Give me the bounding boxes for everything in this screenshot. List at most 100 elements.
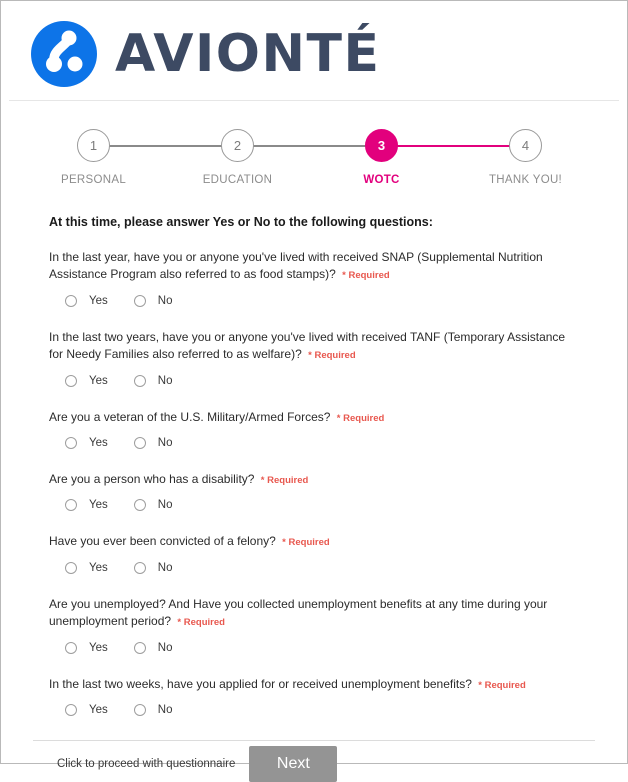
radio-label-yes: Yes (89, 499, 108, 512)
radio-option-yes[interactable]: Yes (65, 641, 108, 654)
question-text: In the last two years, have you or anyon… (49, 329, 579, 364)
radio-label-yes: Yes (89, 561, 108, 574)
brand-wordmark: AVIONTÉ (115, 23, 381, 84)
stepper-segment-3 (382, 145, 526, 147)
radio-label-no: No (157, 374, 173, 387)
radio-option-yes[interactable]: Yes (65, 374, 108, 387)
radio-label-no: No (157, 641, 173, 654)
stepper-circle-2: 2 (221, 129, 254, 162)
radio-option-no[interactable]: No (133, 294, 173, 307)
answer-options: Yes No (49, 294, 579, 307)
question-text: Have you ever been convicted of a felony… (49, 533, 579, 550)
stepper-label-2: EDUCATION (202, 174, 273, 186)
question-label: In the last year, have you or anyone you… (49, 250, 543, 282)
radio-option-yes[interactable]: Yes (65, 703, 108, 716)
radio-option-yes[interactable]: Yes (65, 499, 108, 512)
radio-button-yes[interactable] (65, 436, 77, 449)
radio-option-no[interactable]: No (133, 436, 173, 449)
question-text: In the last year, have you or anyone you… (49, 249, 579, 284)
question-text: Are you a person who has a disability? *… (49, 471, 579, 488)
radio-option-no[interactable]: No (133, 374, 173, 387)
answer-options: Yes No (49, 499, 579, 512)
radio-label-no: No (157, 436, 173, 449)
stepper-step-thank-you[interactable]: 4 THANK YOU! (489, 129, 562, 186)
stepper-segment-1 (94, 145, 238, 147)
question-block: Are you a person who has a disability? *… (49, 471, 579, 512)
stepper-step-wotc[interactable]: 3 WOTC (363, 129, 399, 186)
question-block: Have you ever been convicted of a felony… (49, 533, 579, 574)
question-block: Are you unemployed? And Have you collect… (49, 596, 579, 654)
question-block: In the last two weeks, have you applied … (49, 676, 579, 716)
radio-label-yes: Yes (89, 641, 108, 654)
question-label: Are you unemployed? And Have you collect… (49, 596, 548, 629)
radio-button-yes[interactable] (65, 374, 77, 387)
answer-options: Yes No (49, 641, 579, 654)
required-marker: * Required (282, 537, 330, 549)
radio-option-yes[interactable]: Yes (65, 561, 108, 574)
site-header: AVIONTÉ (9, 9, 619, 101)
radio-button-yes[interactable] (65, 641, 77, 654)
radio-option-no[interactable]: No (133, 703, 173, 716)
stepper-circle-3: 3 (365, 129, 398, 162)
progress-stepper: 1 PERSONAL 2 EDUCATION 3 WOTC 4 THANK YO… (47, 129, 581, 193)
radio-button-yes[interactable] (65, 499, 77, 512)
radio-label-no: No (157, 294, 173, 307)
radio-button-no[interactable] (133, 436, 146, 449)
radio-option-yes[interactable]: Yes (65, 436, 108, 449)
radio-button-yes[interactable] (65, 294, 77, 307)
radio-button-yes[interactable] (65, 561, 77, 574)
stepper-circle-4: 4 (509, 129, 542, 162)
radio-button-no[interactable] (133, 561, 146, 574)
question-block: In the last two years, have you or anyon… (49, 329, 579, 387)
radio-label-yes: Yes (89, 436, 108, 449)
radio-option-no[interactable]: No (133, 499, 173, 512)
radio-option-no[interactable]: No (133, 641, 173, 654)
answer-options: Yes No (49, 436, 579, 449)
stepper-label-4: THANK YOU! (488, 174, 563, 186)
radio-button-yes[interactable] (65, 703, 77, 716)
radio-option-no[interactable]: No (133, 561, 173, 574)
stepper-step-personal[interactable]: 1 PERSONAL (61, 129, 126, 186)
question-block: In the last year, have you or anyone you… (49, 249, 579, 307)
required-marker: * Required (260, 474, 309, 486)
radio-option-yes[interactable]: Yes (65, 294, 108, 307)
stepper-circle-1: 1 (77, 129, 110, 162)
required-marker: * Required (478, 679, 526, 691)
question-label: In the last two weeks, have you applied … (49, 676, 472, 691)
required-marker: * Required (342, 270, 390, 282)
question-label: Have you ever been convicted of a felony… (49, 534, 276, 549)
question-text: Are you unemployed? And Have you collect… (49, 596, 579, 631)
radio-label-no: No (157, 561, 173, 574)
radio-button-no[interactable] (133, 641, 146, 654)
wotc-questionnaire-form: At this time, please answer Yes or No to… (9, 193, 619, 782)
page-inner: AVIONTÉ 1 PERSONAL 2 EDUCATION 3 WOTC 4 … (9, 9, 619, 782)
question-label: Are you a person who has a disability? (49, 471, 255, 486)
stepper-label-3: WOTC (363, 174, 400, 186)
form-intro-heading: At this time, please answer Yes or No to… (49, 215, 433, 229)
question-text: Are you a veteran of the U.S. Military/A… (49, 409, 579, 426)
radio-label-no: No (157, 703, 173, 716)
stepper-step-education[interactable]: 2 EDUCATION (203, 129, 272, 186)
radio-button-no[interactable] (133, 374, 146, 387)
questions-container: In the last year, have you or anyone you… (49, 249, 579, 716)
radio-label-no: No (157, 499, 173, 512)
radio-button-no[interactable] (133, 499, 146, 512)
required-marker: * Required (177, 617, 225, 629)
radio-button-no[interactable] (133, 703, 146, 716)
radio-label-yes: Yes (89, 374, 108, 387)
radio-button-no[interactable] (133, 294, 146, 307)
stepper-label-1: PERSONAL (60, 174, 127, 186)
stepper-segment-2 (238, 145, 382, 147)
required-marker: * Required (308, 350, 356, 362)
answer-options: Yes No (49, 703, 579, 716)
question-block: Are you a veteran of the U.S. Military/A… (49, 409, 579, 449)
required-marker: * Required (336, 412, 385, 424)
question-text: In the last two weeks, have you applied … (49, 676, 579, 693)
avionte-molecule-logo-icon (29, 19, 99, 89)
question-label: Are you a veteran of the U.S. Military/A… (49, 409, 331, 424)
form-footer: Click to proceed with questionnaire Next (49, 738, 579, 782)
answer-options: Yes No (49, 374, 579, 387)
answer-options: Yes No (49, 561, 579, 574)
radio-label-yes: Yes (89, 294, 108, 307)
radio-label-yes: Yes (89, 703, 108, 716)
